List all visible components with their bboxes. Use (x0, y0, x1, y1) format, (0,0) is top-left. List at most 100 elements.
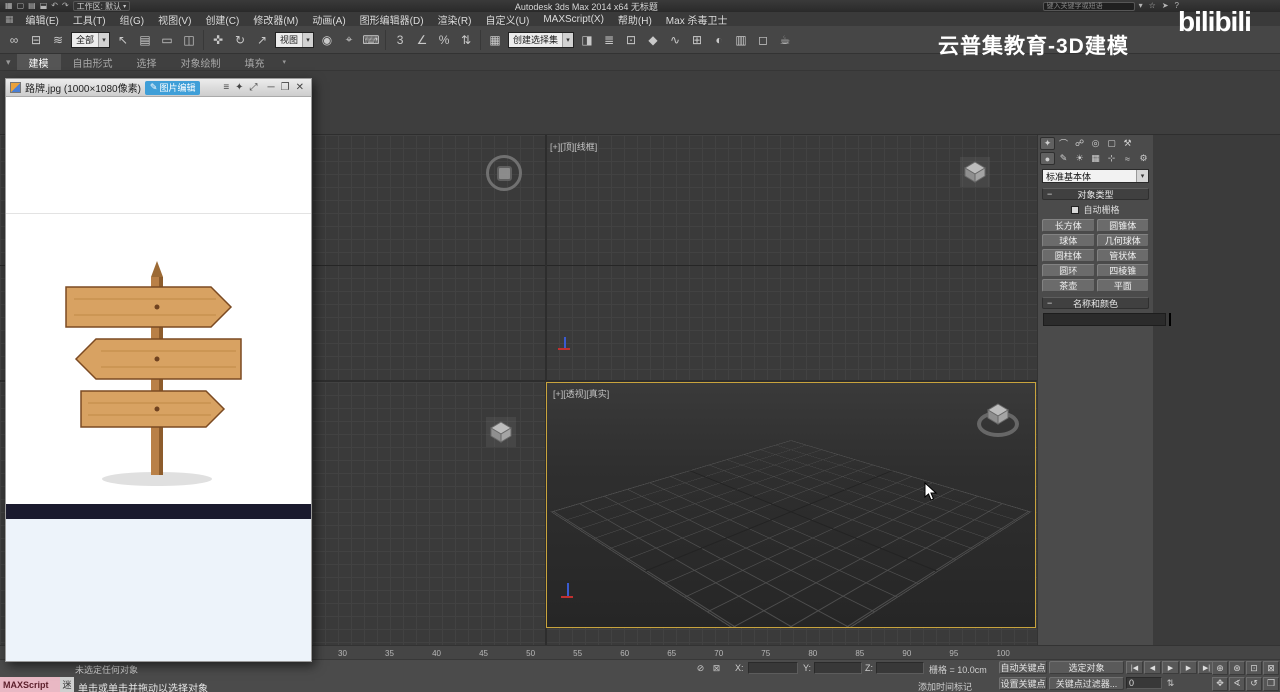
create-cone-button[interactable]: 圆锥体 (1096, 219, 1149, 232)
select-and-move-icon[interactable]: ✜ (208, 30, 228, 50)
viewcube-cube[interactable] (983, 399, 1013, 429)
object-type-rollout-header[interactable]: − 对象类型 (1042, 188, 1149, 200)
select-and-manipulate-icon[interactable]: ⌖ (339, 30, 359, 50)
space-warps-category[interactable]: ≈ (1120, 152, 1135, 165)
fullscreen-icon[interactable]: ⤢ (247, 82, 261, 93)
search-input[interactable]: 键入关键字或短语 (1042, 1, 1135, 11)
ribbon-tab-populate[interactable]: 填充 (233, 54, 277, 70)
pin-icon[interactable]: ✦ (232, 82, 246, 93)
workspace-selector[interactable]: 工作区: 默认 ▾ (72, 1, 131, 11)
menu-item[interactable]: 编辑(E) (19, 12, 66, 27)
x-coordinate-field[interactable] (748, 662, 798, 674)
selected-filter-dropdown[interactable]: 选定对象 (1049, 661, 1124, 674)
menu-item[interactable]: 自定义(U) (478, 12, 536, 27)
bind-to-space-warp-icon[interactable]: ≋ (48, 30, 68, 50)
geometry-category-dropdown[interactable]: 标准基本体 ▾ (1042, 169, 1149, 183)
image-viewer-window[interactable]: 路牌.jpg (1000×1080像素) ✎ 图片编辑 ≡ ✦ ⤢ ─ ❐ ✕ (5, 78, 312, 662)
align-icon[interactable]: ≣ (599, 30, 619, 50)
keyboard-override-icon[interactable]: ⌨ (361, 30, 381, 50)
select-and-scale-icon[interactable]: ↗ (252, 30, 272, 50)
auto-key-button[interactable]: 自动关键点 (999, 661, 1047, 674)
zoom-all-icon[interactable]: ⊛ (1229, 661, 1245, 675)
menu-item[interactable]: Max 杀毒卫士 (659, 12, 735, 27)
ribbon-launcher-icon[interactable]: ▾ (0, 57, 17, 68)
menu-item[interactable]: 图形编辑器(D) (353, 12, 431, 27)
maximize-viewport-icon[interactable]: ❒ (1263, 676, 1279, 691)
cameras-category[interactable]: ▦ (1088, 152, 1103, 165)
mirror-icon[interactable]: ◨ (577, 30, 597, 50)
render-setup-icon[interactable]: ▥ (731, 30, 751, 50)
name-color-rollout-header[interactable]: − 名称和颜色 (1042, 297, 1149, 309)
spinner-snap-icon[interactable]: ⇅ (456, 30, 476, 50)
communication-icon[interactable]: ➤ (1161, 1, 1170, 11)
menu-item[interactable]: 创建(C) (198, 12, 246, 27)
systems-category[interactable]: ⚙ (1136, 152, 1151, 165)
image-edit-button[interactable]: ✎ 图片编辑 (144, 80, 201, 95)
create-torus-button[interactable]: 圆环 (1042, 264, 1095, 277)
create-box-button[interactable]: 长方体 (1042, 219, 1095, 232)
search-arrow-icon[interactable]: ▾ (1138, 1, 1144, 11)
undo-icon[interactable]: ↶ (50, 1, 59, 11)
redo-icon[interactable]: ↷ (61, 1, 70, 11)
add-time-tag[interactable]: 添加时间标记 (918, 680, 972, 692)
top-viewport-label[interactable]: [+][顶][线框] (550, 140, 597, 153)
orbit-icon[interactable]: ↺ (1246, 676, 1262, 691)
create-geosphere-button[interactable]: 几何球体 (1096, 234, 1149, 247)
edit-named-selection-icon[interactable]: ▦ (485, 30, 505, 50)
select-and-rotate-icon[interactable]: ↻ (230, 30, 250, 50)
render-production-icon[interactable]: ☕ (775, 30, 795, 50)
viewcube-perspective[interactable] (975, 399, 1021, 441)
ribbon-tab-modeling[interactable]: 建模 (16, 54, 61, 70)
menu-item[interactable]: 动画(A) (305, 12, 352, 27)
application-icon[interactable]: ▦ (0, 14, 19, 25)
close-button[interactable]: ✕ (293, 82, 307, 93)
motion-tab[interactable]: ◎ (1088, 137, 1103, 150)
helpers-category[interactable]: ⊹ (1104, 152, 1119, 165)
modify-tab[interactable]: ⌒ (1056, 137, 1071, 150)
reference-coordinate-dropdown[interactable]: 视图 ▾ (275, 31, 315, 48)
frame-spinner[interactable]: ⇅ (1164, 677, 1177, 690)
create-tab[interactable]: ✦ (1040, 137, 1055, 150)
restore-button[interactable]: ❐ (278, 82, 293, 93)
rendered-frame-icon[interactable]: ◻ (753, 30, 773, 50)
graphite-toggle-icon[interactable]: ◆ (643, 30, 663, 50)
image-window-titlebar[interactable]: 路牌.jpg (1000×1080像素) ✎ 图片编辑 ≡ ✦ ⤢ ─ ❐ ✕ (6, 79, 311, 97)
minimize-button[interactable]: ─ (265, 82, 278, 93)
create-tube-button[interactable]: 管状体 (1096, 249, 1149, 262)
zoom-icon[interactable]: ⊕ (1212, 661, 1228, 675)
menu-item[interactable]: 工具(T) (66, 12, 113, 27)
display-tab[interactable]: ▢ (1104, 137, 1119, 150)
new-scene-icon[interactable]: ▢ (16, 1, 26, 11)
field-of-view-icon[interactable]: ∢ (1229, 676, 1245, 691)
open-file-icon[interactable]: ▤ (27, 1, 37, 11)
maxscript-mini-listener[interactable]: MAXScript (0, 677, 60, 692)
selection-filter-dropdown[interactable]: 全部 ▾ (71, 31, 111, 48)
ribbon-tab-object-paint[interactable]: 对象绘制 (169, 54, 233, 70)
zoom-extents-icon[interactable]: ⊡ (1246, 661, 1262, 675)
lights-category[interactable]: ☀ (1072, 152, 1087, 165)
object-color-swatch[interactable] (1169, 313, 1171, 326)
menu-item[interactable]: MAXScript(X) (536, 12, 611, 26)
next-frame-button[interactable]: ▶ (1180, 661, 1197, 674)
z-coordinate-field[interactable] (876, 662, 924, 674)
favorites-star-icon[interactable]: ☆ (1148, 1, 1157, 11)
named-selection-dropdown[interactable]: 创建选择集 ▾ (508, 31, 575, 48)
create-sphere-button[interactable]: 球体 (1042, 234, 1095, 247)
hierarchy-tab[interactable]: ☍ (1072, 137, 1087, 150)
utilities-tab[interactable]: ⚒ (1120, 137, 1135, 150)
menu-icon[interactable]: ≡ (220, 82, 232, 93)
ribbon-minimize-icon[interactable]: ▾ (277, 58, 293, 66)
material-editor-icon[interactable]: ◐ (709, 30, 729, 50)
viewcube-ring-gizmo[interactable] (486, 155, 522, 191)
curve-editor-icon[interactable]: ∿ (665, 30, 685, 50)
viewcube-top-viewport[interactable] (960, 157, 990, 187)
zoom-extents-all-icon[interactable]: ⊠ (1263, 661, 1279, 675)
create-teapot-button[interactable]: 茶壶 (1042, 279, 1095, 292)
pan-icon[interactable]: ✥ (1212, 676, 1228, 691)
window-crossing-icon[interactable]: ◫ (179, 30, 199, 50)
layer-manager-icon[interactable]: ⊡ (621, 30, 641, 50)
select-object-icon[interactable]: ↖ (113, 30, 133, 50)
selection-lock-icon[interactable]: ⊠ (710, 662, 723, 675)
object-name-input[interactable] (1043, 313, 1166, 326)
unlink-selection-icon[interactable]: ⊟ (26, 30, 46, 50)
